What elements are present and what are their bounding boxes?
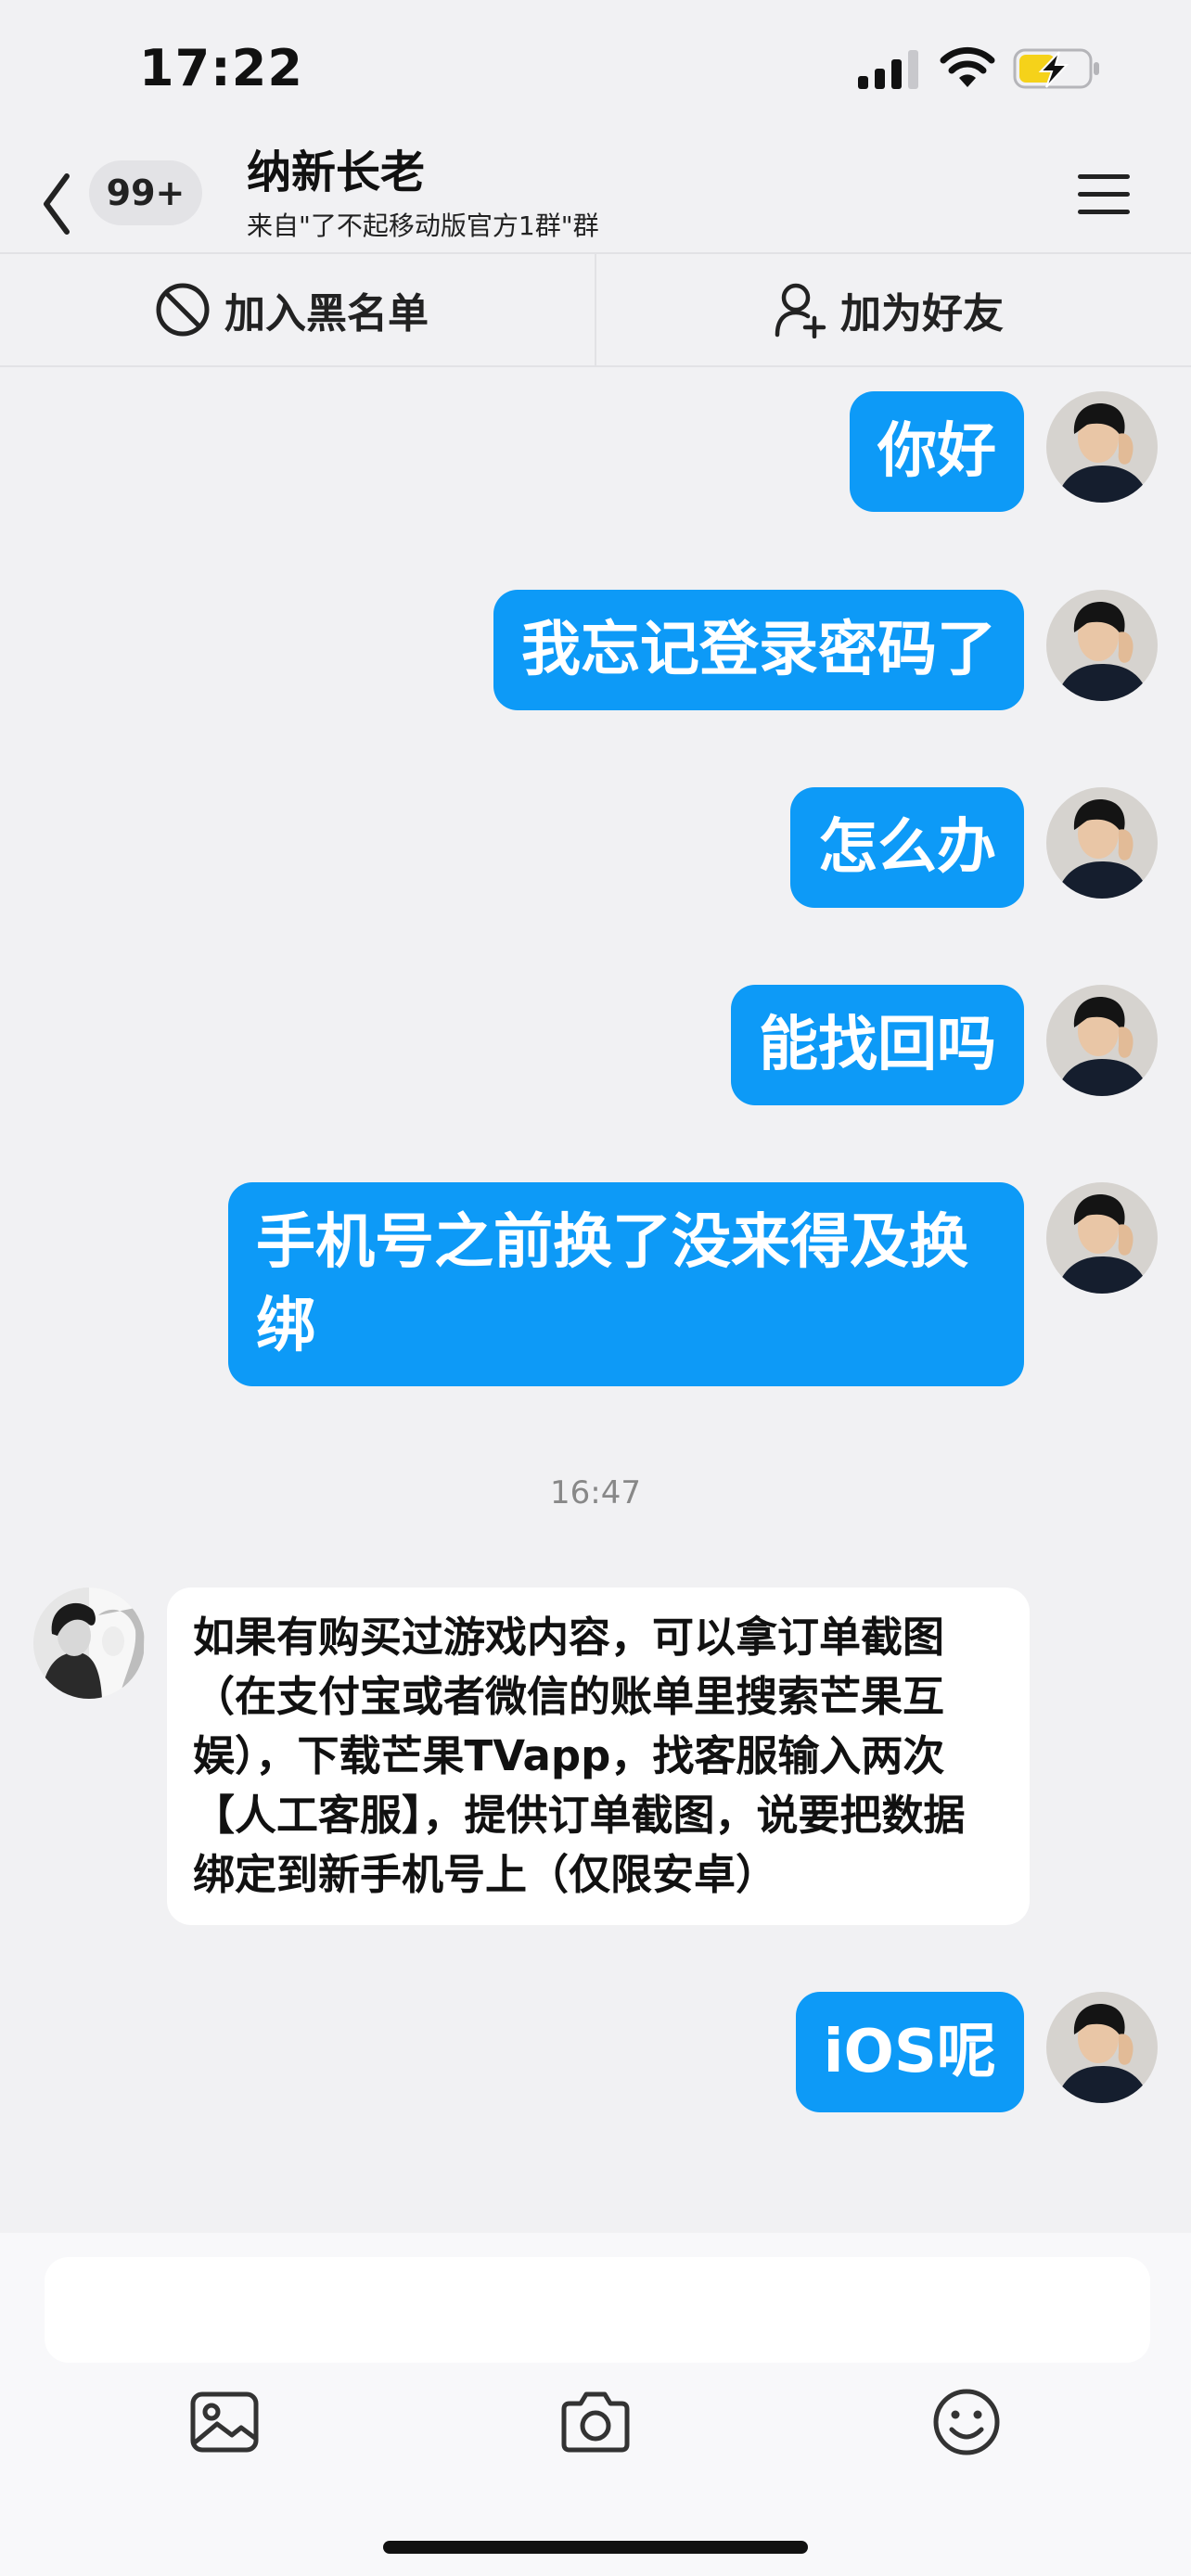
signal-icon [858,50,918,89]
add-friend-button[interactable]: 加为好友 [774,254,1004,365]
message-timestamp: 16:47 [550,1474,641,1511]
outgoing-message-bubble[interactable]: 手机号之前换了没来得及换绑 [228,1182,1024,1386]
home-indicator [383,2541,808,2554]
my-avatar[interactable] [1046,590,1158,701]
my-avatar[interactable] [1046,787,1158,899]
camera-icon[interactable] [558,2385,633,2459]
emoji-icon[interactable] [929,2385,1004,2459]
outgoing-message-bubble[interactable]: 能找回吗 [731,985,1024,1105]
add-to-blacklist-button[interactable]: 加入黑名单 [154,254,429,365]
outgoing-message-bubble[interactable]: 你好 [850,391,1024,512]
my-avatar[interactable] [1046,391,1158,503]
menu-icon[interactable] [1076,169,1132,221]
add-user-icon [775,283,826,338]
action-bar: 加入黑名单 加为好友 [0,252,1191,367]
wifi-icon [940,46,995,87]
chat-header: 99+ 纳新长老 来自"了不起移动版官方1群"群 [0,130,1191,250]
status-bar: 17:22 [0,0,1191,130]
add-friend-label: 加为好友 [840,290,1004,338]
unread-count-badge[interactable]: 99+ [89,160,202,225]
chat-subtitle: 来自"了不起移动版官方1群"群 [247,210,599,241]
my-avatar[interactable] [1046,985,1158,1096]
back-chevron-icon[interactable] [35,167,82,241]
image-icon[interactable] [187,2385,262,2459]
add-to-blacklist-label: 加入黑名单 [224,290,429,338]
action-divider [595,254,596,365]
chat-title: 纳新长老 [247,147,426,198]
status-time: 17:22 [139,39,303,97]
input-area [0,2233,1191,2576]
battery-charging-icon [1013,48,1099,89]
my-avatar[interactable] [1046,1992,1158,2103]
outgoing-message-bubble[interactable]: 我忘记登录密码了 [493,590,1024,710]
block-icon [156,283,210,337]
sender-avatar[interactable] [33,1588,145,1699]
incoming-message-bubble[interactable]: 如果有购买过游戏内容，可以拿订单截图（在支付宝或者微信的账单里搜索芒果互娱），下… [167,1588,1030,1925]
outgoing-message-bubble[interactable]: 怎么办 [790,787,1024,908]
my-avatar[interactable] [1046,1182,1158,1294]
outgoing-message-bubble[interactable]: iOS呢 [795,1992,1024,2112]
message-input[interactable] [45,2257,1150,2363]
